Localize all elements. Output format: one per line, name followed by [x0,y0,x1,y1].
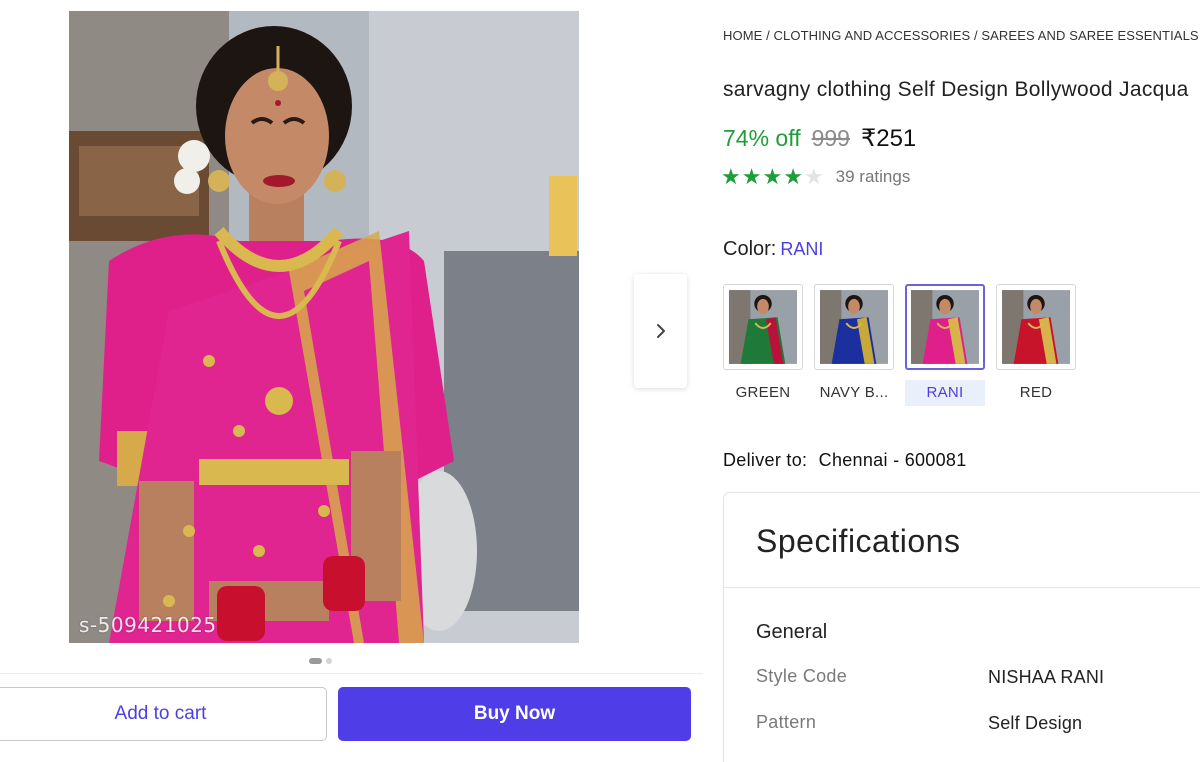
swatch-label: RANI [905,380,985,406]
spec-value: Self Design [988,713,1083,733]
color-swatch-green[interactable]: GREEN [723,284,803,406]
star-empty-icon: ★ [803,164,824,189]
spec-key: Style Code [756,666,848,686]
discount-label: 74% off [723,125,801,151]
swatch-thumbnail [996,284,1076,370]
swatch-label: RED [1019,384,1053,401]
spec-value: NISHAA RANI [988,667,1105,687]
color-swatch-rani[interactable]: RANI [905,284,985,406]
next-image-button[interactable] [634,274,687,388]
specifications-card: Specifications General Style Code NISHAA… [723,492,1200,762]
swatch-label: NAVY B... [819,384,889,401]
star-filled-icon: ★ [783,164,803,189]
ratings-count[interactable]: 39 ratings [836,167,911,187]
star-filled-icon: ★ [762,164,783,189]
saree-thumbnail-image [1002,290,1070,364]
swatch-thumbnail [905,284,985,370]
selected-color: RANI [780,239,824,259]
buy-now-button[interactable]: Buy Now [338,687,691,741]
swatch-label: GREEN [735,384,791,401]
spec-section-title: General [756,621,828,643]
carousel-dot[interactable] [326,658,332,664]
divider [724,587,1200,588]
selling-price: ₹251 [860,125,917,152]
color-swatch-red[interactable]: RED [996,284,1076,406]
add-to-cart-button[interactable]: Add to cart [0,687,327,741]
chevron-right-icon [656,324,665,338]
purchase-actions: Add to cart Buy Now [0,673,703,762]
rating-stars: ★ ★ ★ ★ ★ [721,165,824,189]
star-filled-icon: ★ [721,164,741,189]
saree-thumbnail-image [729,290,797,364]
color-label: Color: [723,238,777,260]
carousel-dots [309,658,332,664]
image-watermark: s-509421025 [79,613,217,637]
swatch-thumbnail [723,284,803,370]
product-title: sarvagny clothing Self Design Bollywood … [723,78,1189,101]
color-selector-header: Color: RANI [723,238,823,261]
breadcrumb[interactable]: HOME / CLOTHING AND ACCESSORIES / SAREES… [723,28,1200,43]
delivery-location: Chennai - 600081 [818,450,967,470]
saree-thumbnail-image [911,290,979,364]
price-row: 74% off 999 ₹251 [723,124,916,153]
product-image[interactable]: s-509421025 [69,11,579,643]
swatch-thumbnail [814,284,894,370]
original-price: 999 [811,125,850,151]
saree-thumbnail-image [820,290,888,364]
delivery-info[interactable]: Deliver to: Chennai - 600081 [723,450,967,471]
carousel-dot[interactable] [309,658,322,664]
spec-key: Pattern [756,712,817,732]
specifications-title: Specifications [756,523,961,559]
rating-row: ★ ★ ★ ★ ★ 39 ratings [721,165,910,189]
product-photo-illustration [69,11,579,643]
deliver-label: Deliver to: [723,450,808,470]
color-swatch-navy-blue[interactable]: NAVY B... [814,284,894,406]
star-filled-icon: ★ [741,164,762,189]
